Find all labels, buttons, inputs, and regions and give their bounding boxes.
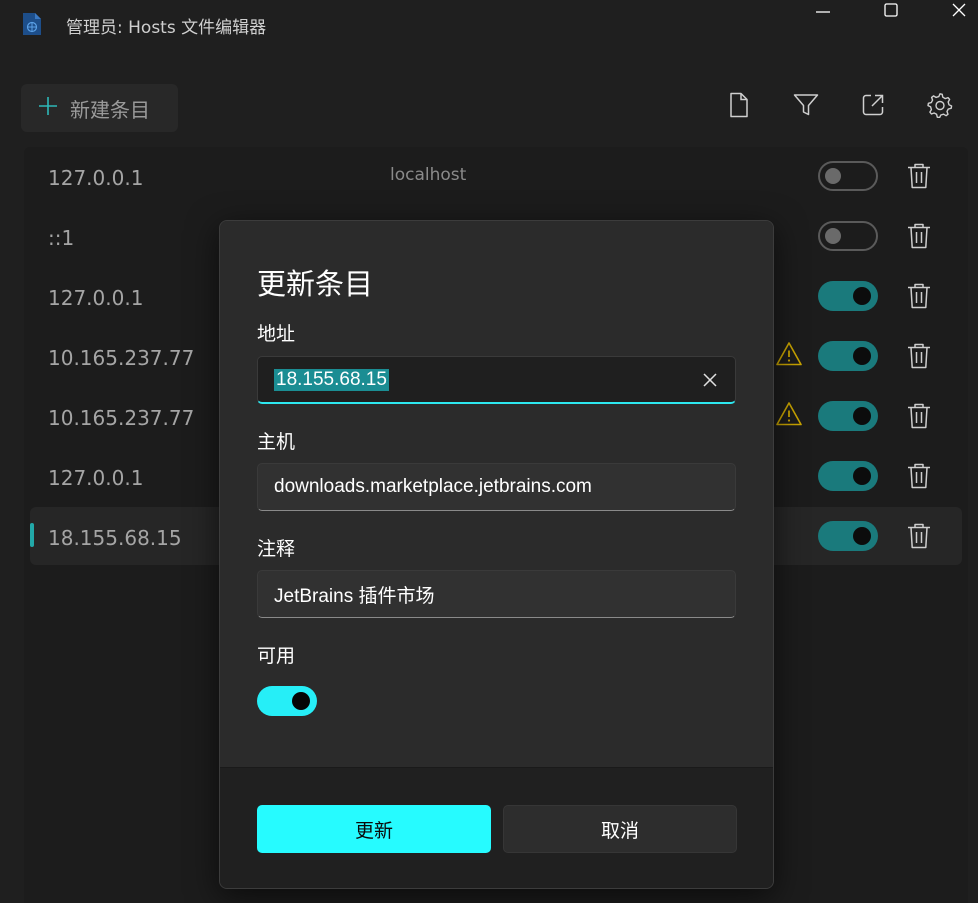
delete-entry-button[interactable] (906, 222, 932, 250)
trash-icon (908, 463, 930, 489)
entry-enabled-toggle[interactable] (818, 281, 878, 311)
trash-icon (908, 223, 930, 249)
comment-input[interactable]: JetBrains 插件市场 (257, 570, 736, 618)
address-input[interactable]: 18.155.68.15 (257, 356, 736, 404)
hosts-editor-window: 管理员: Hosts 文件编辑器 新建条目 127.0.0.1 localhos… (0, 0, 978, 903)
toggle-knob (853, 287, 871, 305)
host-label: 主机 (257, 431, 296, 453)
filter-button[interactable] (791, 92, 821, 122)
toggle-knob (825, 228, 841, 244)
close-button[interactable] (934, 0, 978, 24)
delete-entry-button[interactable] (906, 402, 932, 430)
settings-button[interactable] (925, 92, 955, 122)
file-button[interactable] (724, 92, 754, 122)
warning-icon (776, 341, 802, 367)
close-icon (951, 2, 967, 22)
selection-indicator (30, 523, 34, 547)
entry-enabled-toggle[interactable] (818, 221, 878, 251)
cancel-button[interactable]: 取消 (503, 805, 737, 853)
enabled-toggle[interactable] (257, 686, 317, 716)
clear-icon (703, 373, 717, 387)
entry-enabled-toggle[interactable] (818, 161, 878, 191)
entry-address: 127.0.0.1 (48, 466, 144, 490)
delete-entry-button[interactable] (906, 162, 932, 190)
entry-address: 127.0.0.1 (48, 166, 144, 190)
trash-icon (908, 403, 930, 429)
enabled-label: 可用 (257, 645, 296, 667)
address-label: 地址 (257, 323, 296, 345)
maximize-icon (883, 2, 899, 22)
entry-enabled-toggle[interactable] (818, 341, 878, 371)
new-entry-label: 新建条目 (70, 97, 150, 122)
window-title: 管理员: Hosts 文件编辑器 (66, 18, 267, 38)
address-value: 18.155.68.15 (274, 368, 389, 391)
new-entry-button[interactable]: 新建条目 (21, 84, 178, 132)
entry-address: 10.165.237.77 (48, 346, 195, 370)
delete-entry-button[interactable] (906, 522, 932, 550)
dialog-footer: 更新 取消 (220, 767, 773, 888)
minimize-icon (815, 2, 831, 22)
plus-icon (38, 96, 58, 120)
delete-entry-button[interactable] (906, 342, 932, 370)
dialog-body: 更新条目 地址 18.155.68.15 主机 downloads.market… (220, 221, 773, 767)
toggle-knob (853, 527, 871, 545)
open-external-icon (861, 93, 885, 121)
clear-input-button[interactable] (701, 371, 719, 389)
open-external-button[interactable] (858, 92, 888, 122)
entry-address: 18.155.68.15 (48, 526, 182, 550)
entry-address: 10.165.237.77 (48, 406, 195, 430)
delete-entry-button[interactable] (906, 282, 932, 310)
filter-icon (793, 93, 819, 121)
entry-host: localhost (390, 165, 467, 185)
toggle-knob (853, 407, 871, 425)
entry-enabled-toggle[interactable] (818, 461, 878, 491)
host-input[interactable]: downloads.marketplace.jetbrains.com (257, 463, 736, 511)
toggle-knob (292, 692, 310, 710)
trash-icon (908, 523, 930, 549)
entry-address: 127.0.0.1 (48, 286, 144, 310)
delete-entry-button[interactable] (906, 462, 932, 490)
hosts-file-app-icon (22, 12, 42, 36)
list-item[interactable]: 127.0.0.1 localhost (24, 147, 968, 205)
toggle-knob (825, 168, 841, 184)
warning-icon (776, 401, 802, 427)
file-icon (728, 92, 750, 122)
trash-icon (908, 283, 930, 309)
comment-label: 注释 (257, 538, 296, 560)
toggle-knob (853, 467, 871, 485)
comment-value: JetBrains 插件市场 (274, 585, 435, 607)
dialog-title: 更新条目 (257, 267, 374, 301)
trash-icon (908, 343, 930, 369)
entry-address: ::1 (48, 226, 75, 250)
minimize-button[interactable] (798, 0, 848, 24)
gear-icon (927, 92, 953, 122)
update-button[interactable]: 更新 (257, 805, 491, 853)
host-value: downloads.marketplace.jetbrains.com (274, 476, 592, 497)
entry-enabled-toggle[interactable] (818, 401, 878, 431)
title-bar: 管理员: Hosts 文件编辑器 (0, 0, 978, 50)
trash-icon (908, 163, 930, 189)
toggle-knob (853, 347, 871, 365)
maximize-button[interactable] (866, 0, 916, 24)
entry-enabled-toggle[interactable] (818, 521, 878, 551)
update-entry-dialog: 更新条目 地址 18.155.68.15 主机 downloads.market… (219, 220, 774, 889)
